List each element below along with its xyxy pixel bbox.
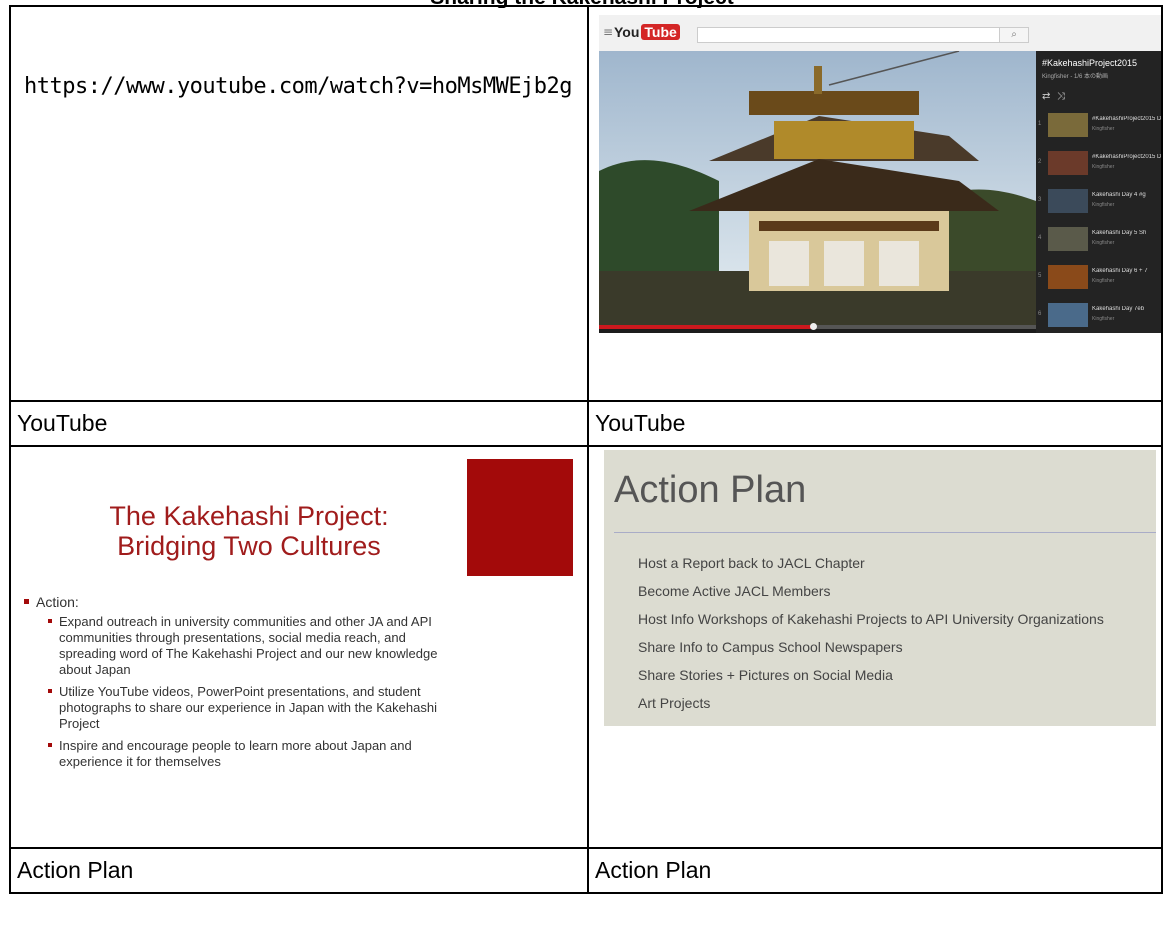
playlist-item[interactable]: 1 #KakehashiProject2015 Day Kingfisher (1036, 109, 1160, 142)
playlist-item-channel: Kingfisher (1092, 126, 1115, 132)
action-plan-item: Host a Report back to JACL Chapter (638, 555, 865, 571)
action-bullets: Expand outreach in university communitie… (22, 614, 562, 770)
logo-tube-text: Tube (641, 24, 680, 40)
action-label: Action: (22, 594, 562, 610)
playlist-item-thumbnail[interactable] (1048, 265, 1088, 289)
progress-knob[interactable] (810, 323, 818, 330)
action-plan-list: Host a Report back to JACL Chapter Becom… (638, 554, 1104, 722)
content-table: https://www.youtube.com/watch?v=hoMsMWEj… (9, 5, 1163, 894)
video-progress-bar[interactable] (599, 323, 1036, 330)
caption-youtube-left: YouTube (9, 400, 589, 447)
action-plan-item: Art Projects (638, 695, 711, 711)
playlist-item-thumbnail[interactable] (1048, 227, 1088, 251)
action-plan-item: Share Stories + Pictures on Social Media (638, 667, 893, 683)
playlist-item-thumbnail[interactable] (1048, 151, 1088, 175)
playlist-controls: ⇄ ⤨ (1042, 91, 1065, 102)
kakehashi-slide-cell: The Kakehashi Project: Bridging Two Cult… (9, 445, 589, 849)
action-plan-item: Share Info to Campus School Newspapers (638, 639, 903, 655)
youtube-header: ≡ You Tube ⌕ (599, 15, 1160, 51)
action-bullet: Utilize YouTube videos, PowerPoint prese… (48, 684, 449, 732)
playlist-item-title[interactable]: Kakehashi Day 7eb (1092, 306, 1160, 312)
title-underline (614, 532, 1156, 533)
playlist-item[interactable]: 2 #KakehashiProject2015 Day Kingfisher (1036, 147, 1160, 180)
youtube-logo[interactable]: You Tube (614, 24, 680, 40)
url-cell: https://www.youtube.com/watch?v=hoMsMWEj… (9, 5, 589, 402)
youtube-search-input[interactable] (697, 27, 1029, 43)
logo-you-text: You (614, 24, 640, 40)
playlist-item-number: 2 (1038, 159, 1042, 165)
action-bullet: Inspire and encourage people to learn mo… (48, 738, 449, 770)
playlist-item-thumbnail[interactable] (1048, 113, 1088, 137)
action-plan-title: Action Plan (614, 469, 807, 511)
progress-fill (599, 325, 814, 329)
caption-youtube-right: YouTube (587, 400, 1163, 447)
red-block (467, 459, 573, 576)
action-plan-slide-cell: Action Plan Host a Report back to JACL C… (587, 445, 1163, 849)
playlist-item-number: 1 (1038, 121, 1042, 127)
playlist-item-channel: Kingfisher (1092, 240, 1115, 246)
playlist-item-thumbnail[interactable] (1048, 303, 1088, 327)
playlist-item-channel: Kingfisher (1092, 278, 1115, 284)
playlist-item[interactable]: 3 Kakehashi Day 4 #g Kingfisher (1036, 185, 1160, 218)
action-plan-item: Host Info Workshops of Kakehashi Project… (638, 611, 1104, 627)
playlist-item-channel: Kingfisher (1092, 316, 1115, 322)
playlist-item-title[interactable]: Kakehashi Day 4 #g (1092, 192, 1160, 198)
video-frame[interactable] (599, 51, 1036, 325)
action-bullet: Expand outreach in university communitie… (48, 614, 449, 678)
caption-action-plan-left: Action Plan (9, 847, 589, 894)
action-plan-item: Become Active JACL Members (638, 583, 831, 599)
playlist-item-number: 5 (1038, 273, 1042, 279)
menu-icon[interactable]: ≡ (603, 25, 613, 39)
kakehashi-slide: The Kakehashi Project: Bridging Two Cult… (14, 450, 586, 846)
playlist-item-title[interactable]: #KakehashiProject2015 Day (1092, 116, 1160, 122)
youtube-screenshot-cell: ≡ You Tube ⌕ #KakehashiProject2015 Kingf… (587, 5, 1163, 402)
playlist-item-title[interactable]: Kakehashi Day 5 Sh (1092, 230, 1160, 236)
playlist-item-number: 3 (1038, 197, 1042, 203)
playlist-panel: #KakehashiProject2015 Kingfisher - 1/6 本… (1036, 51, 1160, 333)
slide-title: The Kakehashi Project: Bridging Two Cult… (109, 501, 389, 561)
playlist-subtitle: Kingfisher - 1/6 本の動画 (1042, 74, 1109, 80)
playlist-item-channel: Kingfisher (1092, 164, 1115, 170)
shuffle-icon[interactable]: ⤨ (1057, 91, 1065, 102)
playlist-item[interactable]: 6 Kakehashi Day 7eb Kingfisher (1036, 299, 1160, 332)
playlist-item-number: 6 (1038, 311, 1042, 317)
playlist-item-channel: Kingfisher (1092, 202, 1115, 208)
slide-body: Action: Expand outreach in university co… (22, 594, 562, 776)
youtube-url[interactable]: https://www.youtube.com/watch?v=hoMsMWEj… (12, 8, 586, 112)
playlist-item[interactable]: 4 Kakehashi Day 5 Sh Kingfisher (1036, 223, 1160, 256)
loop-icon[interactable]: ⇄ (1042, 91, 1050, 102)
playlist-item-title[interactable]: Kakehashi Day 6 + 7 (1092, 268, 1160, 274)
playlist-title[interactable]: #KakehashiProject2015 (1042, 58, 1137, 68)
playlist-item[interactable]: 5 Kakehashi Day 6 + 7 Kingfisher (1036, 261, 1160, 294)
playlist-item-thumbnail[interactable] (1048, 189, 1088, 213)
youtube-screenshot: ≡ You Tube ⌕ #KakehashiProject2015 Kingf… (599, 15, 1160, 333)
search-icon[interactable]: ⌕ (999, 27, 1029, 43)
playlist-item-title[interactable]: #KakehashiProject2015 Day (1092, 154, 1160, 160)
playlist-item-number: 4 (1038, 235, 1042, 241)
action-plan-slide: Action Plan Host a Report back to JACL C… (604, 450, 1156, 726)
caption-action-plan-right: Action Plan (587, 847, 1163, 894)
